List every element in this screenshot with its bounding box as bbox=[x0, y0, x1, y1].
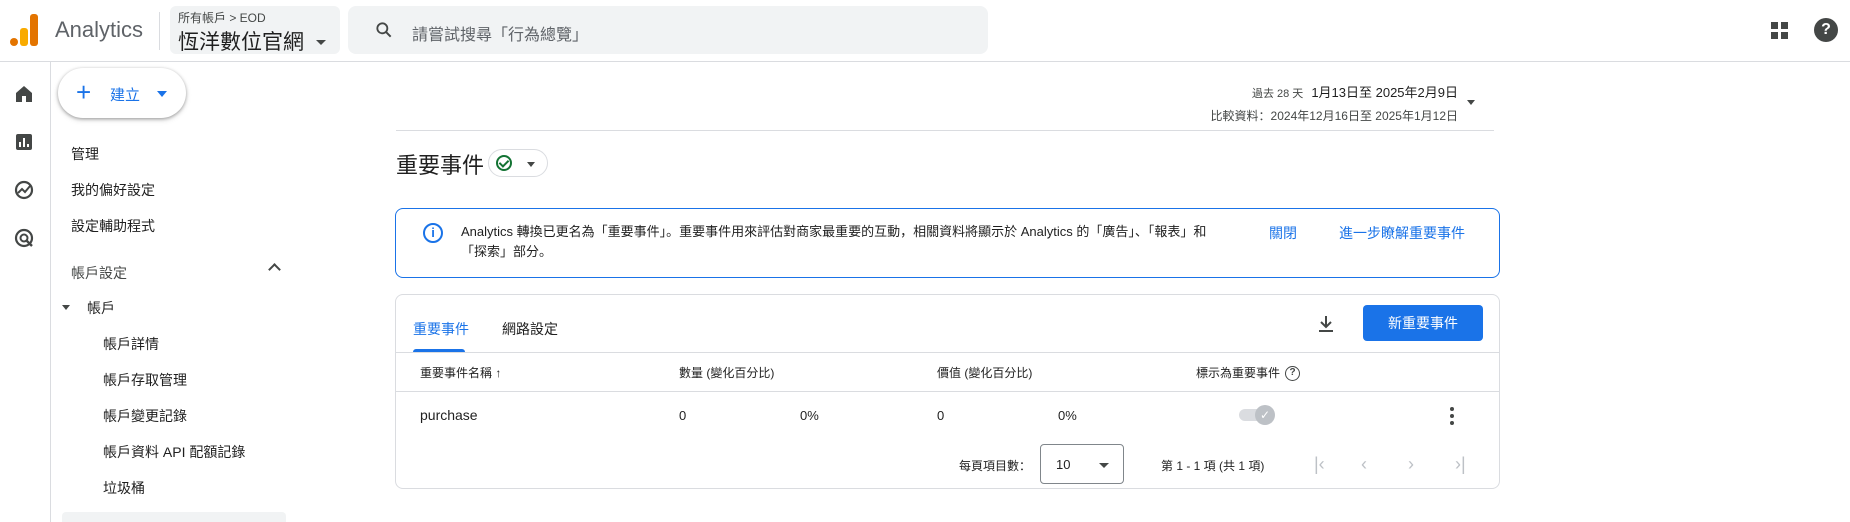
explore-icon[interactable] bbox=[12, 178, 36, 202]
count-change-cell: 0% bbox=[800, 408, 819, 423]
mark-key-event-toggle[interactable]: ✓ bbox=[1239, 405, 1275, 425]
property-name: 恆洋數位官網 bbox=[178, 31, 304, 54]
status-chip[interactable] bbox=[488, 149, 548, 177]
column-header-name[interactable]: 重要事件名稱 ↑ bbox=[420, 364, 501, 381]
home-icon[interactable] bbox=[12, 82, 36, 106]
nav-item-account-access[interactable]: 帳戶存取管理 bbox=[103, 370, 187, 390]
search-icon bbox=[376, 22, 392, 38]
page-title: 重要事件 bbox=[396, 153, 485, 178]
nav-section-account-settings[interactable]: 帳戶設定 bbox=[71, 263, 127, 283]
chevron-up-icon[interactable] bbox=[268, 263, 281, 276]
analytics-logo[interactable] bbox=[10, 14, 38, 46]
account-breadcrumb: 所有帳戶 > EOD bbox=[178, 11, 266, 25]
apps-grid-icon[interactable] bbox=[1770, 21, 1790, 41]
nav-item-account-details[interactable]: 帳戶詳情 bbox=[103, 334, 159, 354]
help-icon[interactable]: ? bbox=[1285, 366, 1301, 382]
column-header-count[interactable]: 數量 (變化百分比) bbox=[679, 364, 774, 381]
check-circle-icon bbox=[496, 155, 512, 171]
key-events-card: 重要事件 網路設定 新重要事件 重要事件名稱 ↑ 數量 (變化百分比) 價值 (… bbox=[395, 294, 1500, 489]
column-header-mark-label: 標示為重要事件 bbox=[1196, 366, 1281, 380]
tab-network-settings[interactable]: 網路設定 bbox=[502, 319, 558, 339]
reports-icon[interactable] bbox=[12, 130, 36, 154]
last-page-icon[interactable]: ›| bbox=[1455, 455, 1466, 473]
rows-per-page-label: 每頁項目數： bbox=[959, 459, 1032, 473]
column-header-mark: 標示為重要事件? bbox=[1196, 364, 1301, 382]
divider bbox=[396, 391, 1499, 392]
tab-key-events[interactable]: 重要事件 bbox=[413, 319, 469, 339]
info-banner: i Analytics 轉換已更名為「重要事件」。重要事件用來評估對商家最重要的… bbox=[395, 208, 1500, 278]
more-vert-icon[interactable] bbox=[1450, 407, 1454, 425]
help-icon[interactable]: ? bbox=[1814, 18, 1838, 42]
info-icon: i bbox=[423, 223, 443, 243]
new-key-event-button[interactable]: 新重要事件 bbox=[1363, 305, 1483, 341]
chevron-down-icon bbox=[157, 91, 167, 97]
nav-item-account[interactable]: 帳戶 bbox=[87, 298, 115, 318]
rows-per-page-select[interactable]: 10 bbox=[1040, 444, 1124, 484]
search-bar[interactable]: 請嘗試搜尋「行為總覽」 bbox=[348, 6, 988, 54]
pagination-range: 第 1 - 1 項 (共 1 項) bbox=[1161, 459, 1265, 473]
divider bbox=[159, 12, 160, 50]
left-rail bbox=[0, 62, 51, 522]
chevron-down-icon bbox=[527, 162, 535, 167]
date-range-preset: 過去 28 天 bbox=[1251, 88, 1304, 100]
check-icon: ✓ bbox=[1255, 405, 1275, 425]
search-input[interactable]: 請嘗試搜尋「行為總覽」 bbox=[412, 21, 588, 45]
top-app-bar: Analytics 所有帳戶 > EOD 恆洋數位官網 請嘗試搜尋「行為總覽」 … bbox=[0, 0, 1850, 62]
nav-item-api-quota[interactable]: 帳戶資料 API 配額記錄 bbox=[103, 442, 245, 462]
prev-page-icon[interactable]: ‹ bbox=[1361, 455, 1367, 473]
download-icon[interactable] bbox=[1314, 312, 1338, 336]
banner-message: Analytics 轉換已更名為「重要事件」。重要事件用來評估對商家最重要的互動… bbox=[461, 224, 1207, 259]
first-page-icon[interactable]: |‹ bbox=[1314, 455, 1325, 473]
divider bbox=[396, 130, 1494, 131]
nav-item-change-history[interactable]: 帳戶變更記錄 bbox=[103, 406, 187, 426]
nav-next-item bbox=[62, 512, 286, 522]
date-range-value: 1月13日至 2025年2月9日 bbox=[1311, 85, 1458, 100]
value-cell: 0 bbox=[937, 408, 945, 423]
count-cell: 0 bbox=[679, 408, 687, 423]
divider bbox=[396, 352, 1499, 353]
nav-item-trash[interactable]: 垃圾桶 bbox=[103, 478, 145, 498]
banner-learn-more-link[interactable]: 進一步瞭解重要事件 bbox=[1339, 223, 1465, 243]
column-header-value[interactable]: 價值 (變化百分比) bbox=[937, 364, 1032, 381]
nav-item-admin[interactable]: 管理 bbox=[71, 144, 99, 164]
nav-item-preferences[interactable]: 我的偏好設定 bbox=[71, 180, 155, 200]
create-button[interactable]: + 建立 bbox=[58, 68, 186, 118]
rows-per-page-value: 10 bbox=[1056, 457, 1071, 472]
value-change-cell: 0% bbox=[1058, 408, 1077, 423]
next-page-icon[interactable]: › bbox=[1408, 455, 1414, 473]
plus-icon: + bbox=[76, 77, 92, 107]
date-range-picker[interactable]: 過去 28 天 1月13日至 2025年2月9日 比較資料：2024年12月16日… bbox=[1211, 82, 1458, 124]
nav-item-setup-assistant[interactable]: 設定輔助程式 bbox=[71, 216, 155, 236]
date-range-compare: 比較資料：2024年12月16日至 2025年1月12日 bbox=[1210, 109, 1458, 123]
app-name[interactable]: Analytics bbox=[55, 17, 143, 43]
create-label: 建立 bbox=[110, 87, 141, 104]
chevron-down-icon[interactable] bbox=[1467, 100, 1475, 105]
event-name-cell: purchase bbox=[420, 407, 478, 423]
advertising-icon[interactable] bbox=[12, 226, 36, 250]
chevron-down-icon bbox=[316, 40, 326, 45]
chevron-down-icon bbox=[1099, 463, 1109, 468]
property-picker[interactable]: 所有帳戶 > EOD 恆洋數位官網 bbox=[170, 6, 340, 54]
banner-close-button[interactable]: 關閉 bbox=[1269, 223, 1297, 243]
expand-arrow-icon[interactable] bbox=[62, 305, 70, 310]
